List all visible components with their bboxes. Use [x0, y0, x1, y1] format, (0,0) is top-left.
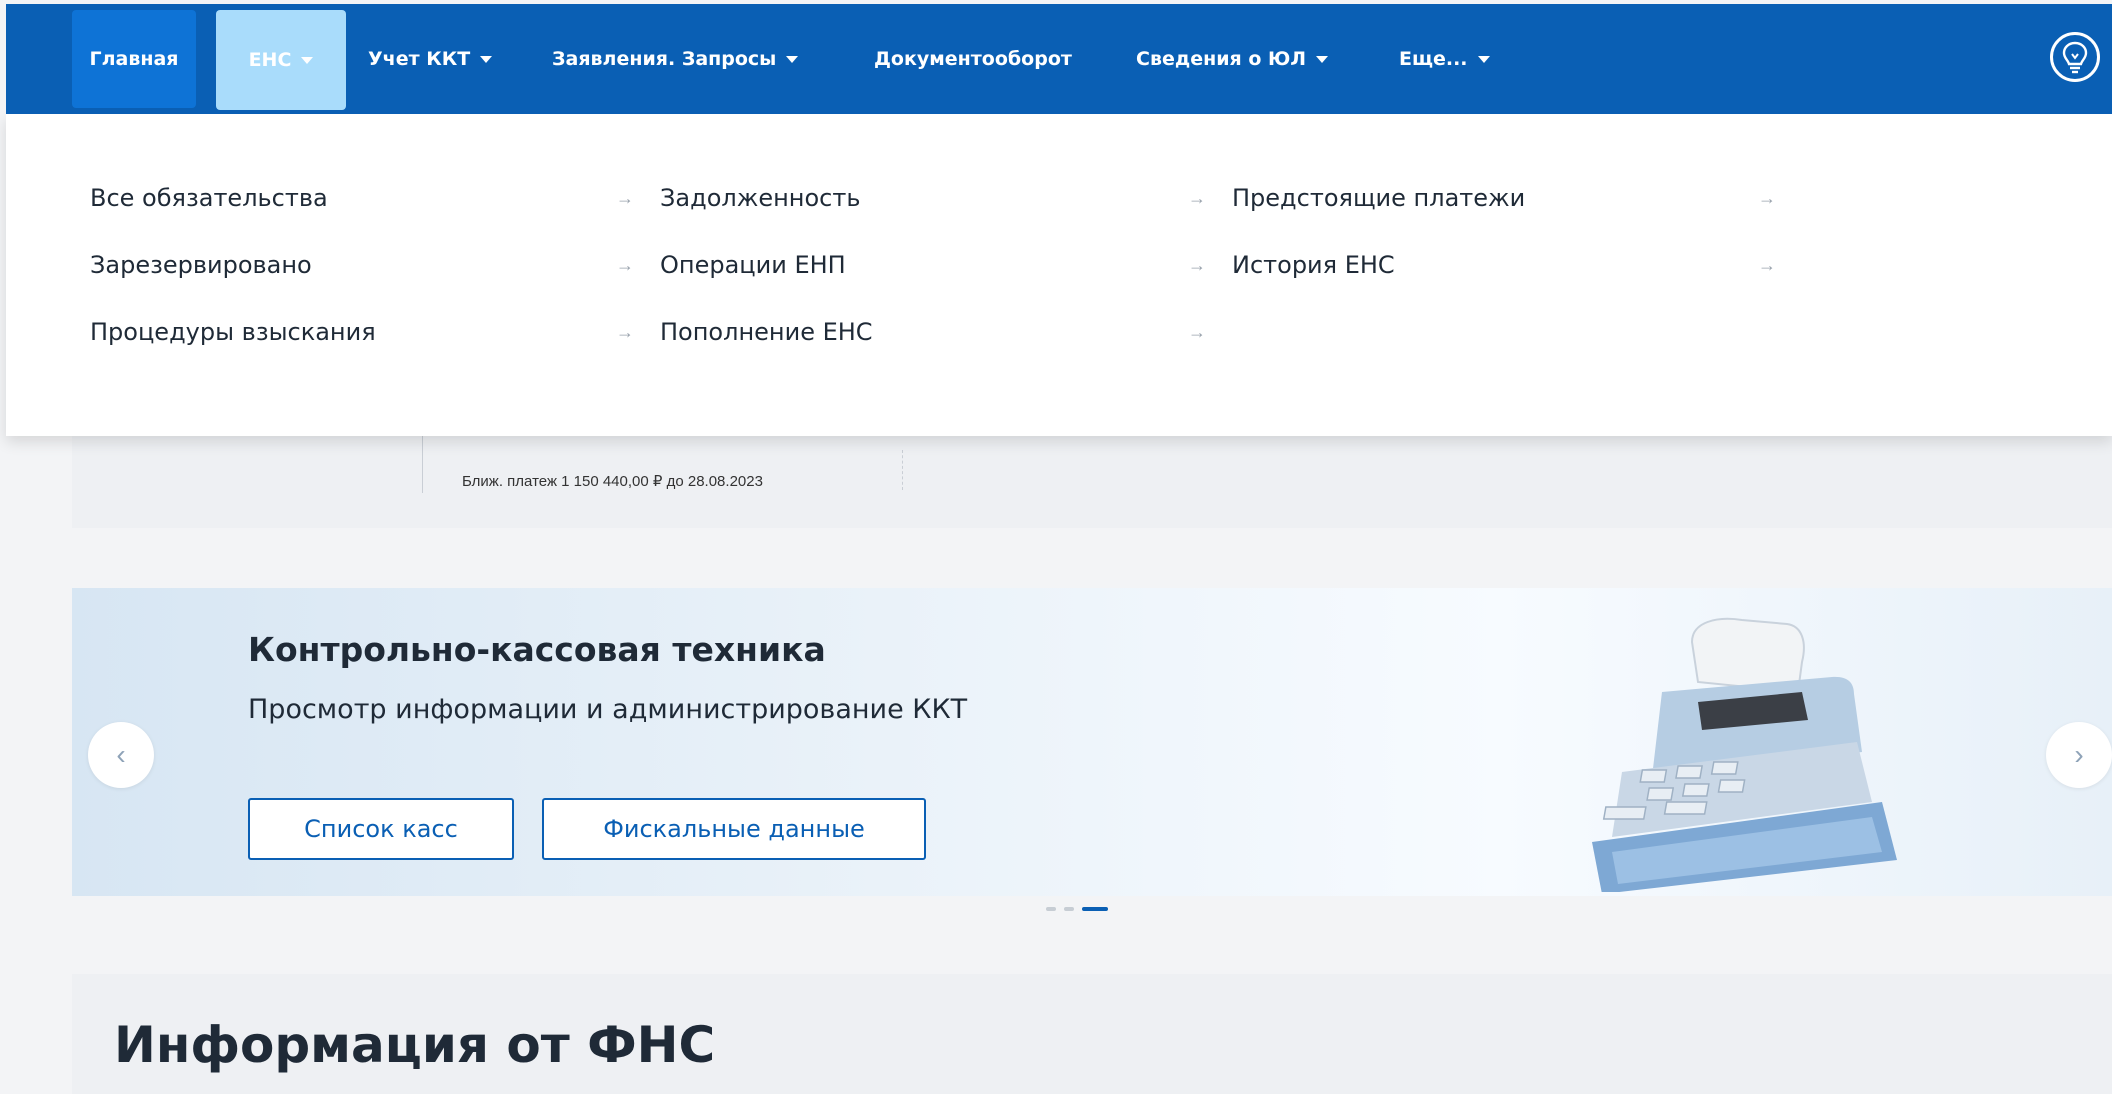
nav-more-label: Еще...	[1399, 48, 1468, 70]
dd-enp-operations[interactable]: Операции ЕНП	[660, 251, 846, 279]
dd-all-obligations[interactable]: Все обязательства	[90, 184, 328, 212]
ens-dropdown-menu: Все обязательства → Зарезервировано → Пр…	[6, 114, 2112, 436]
chevron-right-icon[interactable]: ›	[2046, 722, 2112, 788]
nav-ens-label: ЕНС	[248, 49, 292, 71]
carousel-dot[interactable]	[1046, 907, 1056, 911]
banner-title: Контрольно-кассовая техника	[248, 630, 826, 669]
arrow-right-icon[interactable]: →	[616, 255, 634, 276]
nav-home[interactable]: Главная	[72, 10, 196, 108]
arrow-right-icon[interactable]: →	[1188, 255, 1206, 276]
lightbulb-icon[interactable]	[2050, 32, 2100, 82]
top-navigation: Главная ЕНС Учет ККТ Заявления. Запросы …	[6, 4, 2112, 114]
caret-down-icon	[1477, 55, 1490, 63]
dd-collection-procedures[interactable]: Процедуры взыскания	[90, 318, 376, 346]
nav-kkt[interactable]: Учет ККТ	[368, 4, 493, 114]
nav-more[interactable]: Еще...	[1399, 4, 1490, 114]
caret-down-icon	[301, 56, 314, 64]
nav-documents-label: Документооборот	[874, 48, 1072, 70]
dd-reserved[interactable]: Зарезервировано	[90, 251, 312, 279]
kkt-promo-banner: Контрольно-кассовая техника Просмотр инф…	[72, 588, 2112, 896]
caret-down-icon	[1316, 55, 1329, 63]
caret-down-icon	[480, 55, 493, 63]
nav-kkt-label: Учет ККТ	[368, 48, 471, 70]
nav-applications[interactable]: Заявления. Запросы	[552, 4, 799, 114]
fns-info-section: Информация от ФНС	[72, 974, 2112, 1094]
nav-ens[interactable]: ЕНС	[216, 10, 346, 110]
arrow-right-icon[interactable]: →	[616, 188, 634, 209]
cash-register-icon	[1592, 617, 1897, 892]
dd-ens-history[interactable]: История ЕНС	[1232, 251, 1395, 279]
section-title: Информация от ФНС	[114, 1016, 716, 1074]
chevron-left-icon[interactable]: ‹	[88, 722, 154, 788]
arrow-right-icon[interactable]: →	[1188, 188, 1206, 209]
nav-applications-label: Заявления. Запросы	[552, 48, 777, 70]
dd-ens-topup[interactable]: Пополнение ЕНС	[660, 318, 873, 346]
dd-debt[interactable]: Задолженность	[660, 184, 860, 212]
fiscal-data-label: Фискальные данные	[603, 815, 865, 843]
carousel-dots	[1046, 907, 1108, 911]
banner-subtitle: Просмотр информации и администрирование …	[248, 694, 968, 725]
nav-company-info-label: Сведения о ЮЛ	[1136, 48, 1307, 70]
carousel-dot-active[interactable]	[1082, 907, 1108, 911]
cash-register-list-button[interactable]: Список касс	[248, 798, 514, 860]
arrow-right-icon[interactable]: →	[1758, 188, 1776, 209]
fiscal-data-button[interactable]: Фискальные данные	[542, 798, 926, 860]
nav-documents[interactable]: Документооборот	[874, 4, 1072, 114]
nav-company-info[interactable]: Сведения о ЮЛ	[1136, 4, 1329, 114]
caret-down-icon	[786, 55, 799, 63]
arrow-right-icon[interactable]: →	[1758, 255, 1776, 276]
dd-upcoming-payments[interactable]: Предстоящие платежи	[1232, 184, 1525, 212]
divider	[902, 450, 903, 490]
next-payment-text: Ближ. платеж 1 150 440,00 ₽ до 28.08.202…	[462, 473, 763, 490]
arrow-right-icon[interactable]: →	[616, 322, 634, 343]
nav-home-label: Главная	[89, 48, 179, 70]
carousel-dot[interactable]	[1064, 907, 1074, 911]
cash-register-list-label: Список касс	[304, 815, 458, 843]
arrow-right-icon[interactable]: →	[1188, 322, 1206, 343]
